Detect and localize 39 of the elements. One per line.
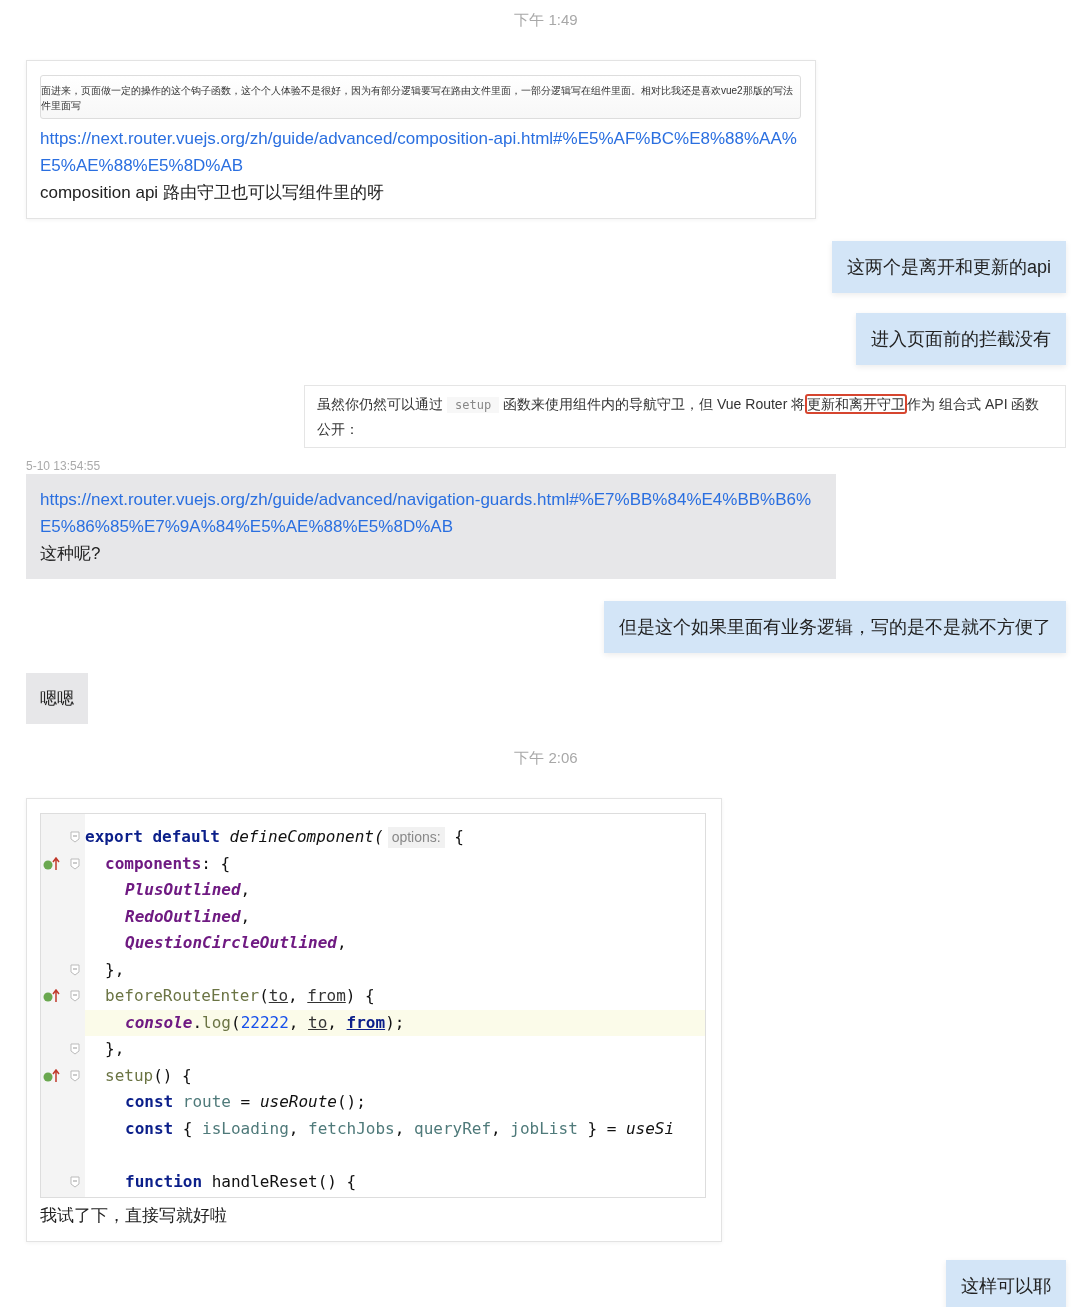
message-bubble: 进入页面前的拦截没有 xyxy=(856,313,1066,365)
override-marker-icon[interactable] xyxy=(43,856,61,871)
message-text: 我试了下，直接写就好啦 xyxy=(40,1205,228,1227)
timestamp: 5-10 13:54:55 xyxy=(26,458,102,474)
code-line: PlusOutlined, xyxy=(125,879,251,902)
override-marker-icon[interactable] xyxy=(43,989,61,1003)
code-line: QuestionCircleOutlined, xyxy=(125,932,347,955)
quoted-text: 件里面写 xyxy=(41,99,82,113)
quoted-text: 面进来，页面做一定的操作的这个钩子函数，这个个人体验不是很好，因为有部分逻辑要写在路由文件里面，一部分逻辑写在组件里面。相对比我还是喜欢vue2那版的写法 xyxy=(41,84,794,98)
message-bubble: 这样可以耶 xyxy=(946,1260,1066,1307)
code-line: const route = useRoute(); xyxy=(125,1091,366,1114)
message-link[interactable]: https://next.router.vuejs.org/zh/guide/advanced/navigation-guards.html#%E7%BB%84%E4%BB%B6%E5%86%85%E7%9A%84%E5%AE%88%E5%8D%AB xyxy=(40,486,822,540)
fold-icon[interactable] xyxy=(70,990,80,1002)
timestamp: 下午 1:49 xyxy=(513,10,579,30)
timestamp: 下午 2:06 xyxy=(513,748,579,768)
code-line: const { isLoading, fetchJobs, queryRef, jobList } = useSi xyxy=(125,1117,675,1140)
code-line: RedoOutlined, xyxy=(125,905,251,928)
code-line: function handleReset() { xyxy=(125,1170,357,1193)
code-line: console.log(22222, to, from); xyxy=(125,1011,405,1034)
message-bubble: 嗯嗯 xyxy=(26,673,88,724)
fold-icon[interactable] xyxy=(70,831,80,843)
code-line: export default defineComponent( options: { xyxy=(85,825,464,850)
message-text: composition api 路由守卫也可以写组件里的呀 xyxy=(40,182,385,204)
fold-icon[interactable] xyxy=(70,1043,80,1055)
code-line: setup() { xyxy=(105,1064,192,1087)
fold-icon[interactable] xyxy=(70,963,80,976)
doc-paragraph: 虽然你仍然可以通过 setup 函数来使用组件内的导航守卫，但 Vue Router 将更新和离开守卫作为 组合式 API 函数公开： xyxy=(304,385,1066,448)
message-link[interactable]: https://next.router.vuejs.org/zh/guide/advanced/composition-api.html#%E5%AF%BC%E8%88%AA%E5%AE%88%E5%8D%AB xyxy=(40,125,801,179)
code-line: components: { xyxy=(105,852,231,875)
message-bubble: 但是这个如果里面有业务逻辑，写的是不是就不方便了 xyxy=(604,601,1066,653)
override-marker-icon[interactable] xyxy=(43,1068,61,1083)
code-line: }, xyxy=(105,1038,125,1061)
fold-icon[interactable] xyxy=(70,1069,80,1082)
fold-icon[interactable] xyxy=(70,857,80,870)
message-text: 这种呢? xyxy=(40,543,102,565)
fold-icon[interactable] xyxy=(70,1175,80,1188)
code-line: }, xyxy=(105,958,125,981)
code-line: beforeRouteEnter(to, from) { xyxy=(105,985,375,1008)
message-bubble: 这两个是离开和更新的api xyxy=(831,241,1066,293)
